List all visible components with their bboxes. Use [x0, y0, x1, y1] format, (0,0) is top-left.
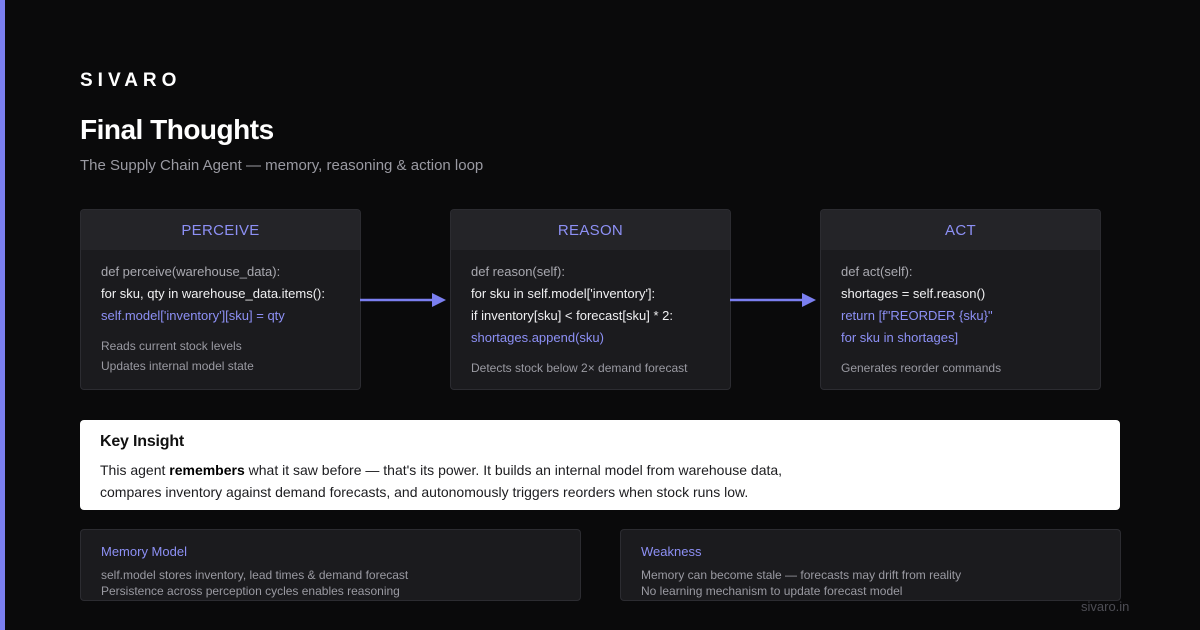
- panel-line: Persistence across perception cycles ena…: [101, 584, 400, 598]
- panel-title: Weakness: [641, 544, 702, 559]
- key-insight-box: Key Insight This agent remembers what it…: [80, 420, 1120, 510]
- code-line: for sku in shortages]: [841, 330, 959, 345]
- flow-arrow-icon: [730, 293, 816, 307]
- stage-card-reason: REASON def reason(self): for sku in self…: [450, 209, 731, 390]
- stage-note: Updates internal model state: [101, 359, 254, 373]
- code-line: for sku in self.model['inventory']:: [471, 286, 656, 301]
- insight-text-part: what it saw before — that's its power. I…: [244, 462, 783, 478]
- code-line: return [f"REORDER {sku}": [841, 308, 993, 323]
- flow-arrow-icon: [360, 293, 446, 307]
- code-line: def reason(self):: [471, 264, 565, 279]
- memory-model-panel: Memory Model self.model stores inventory…: [80, 529, 581, 601]
- accent-bar: [0, 0, 5, 630]
- page-title: Final Thoughts: [80, 114, 274, 145]
- panel-title: Memory Model: [101, 544, 187, 559]
- stage-title: REASON: [451, 210, 730, 250]
- code-line: def perceive(warehouse_data):: [101, 264, 281, 279]
- code-line: for sku, qty in warehouse_data.items():: [101, 286, 325, 301]
- panel-line: Memory can become stale — forecasts may …: [641, 568, 962, 582]
- panel-line: self.model stores inventory, lead times …: [101, 568, 409, 582]
- code-line: shortages.append(sku): [471, 330, 604, 345]
- code-line: if inventory[sku] < forecast[sku] * 2:: [471, 308, 673, 323]
- stage-title: PERCEIVE: [81, 210, 360, 250]
- stage-card-act: ACT def act(self): shortages = self.reas…: [820, 209, 1101, 390]
- code-line: shortages = self.reason(): [841, 286, 986, 301]
- code-line: def act(self):: [841, 264, 913, 279]
- panel-line: No learning mechanism to update forecast…: [641, 584, 903, 598]
- stage-note: Reads current stock levels: [101, 339, 242, 353]
- insight-text-part: compares inventory against demand foreca…: [100, 484, 749, 500]
- code-line: self.model['inventory'][sku] = qty: [101, 308, 285, 323]
- insight-emphasis: remembers: [169, 462, 245, 478]
- insight-text-part: This agent: [100, 462, 170, 478]
- stage-title: ACT: [821, 210, 1100, 250]
- insight-title: Key Insight: [100, 433, 185, 450]
- insight-text: This agent remembers what it saw before …: [100, 459, 1100, 503]
- stage-note: Detects stock below 2× demand forecast: [471, 361, 688, 375]
- stage-note: Generates reorder commands: [841, 361, 1002, 375]
- page-subtitle: The Supply Chain Agent — memory, reasoni…: [80, 157, 484, 174]
- footer-url: sivaro.in: [1081, 599, 1130, 614]
- weakness-panel: Weakness Memory can become stale — forec…: [620, 529, 1121, 601]
- stage-card-perceive: PERCEIVE def perceive(warehouse_data): f…: [80, 209, 361, 390]
- brand-logo: SIVARO: [80, 70, 182, 91]
